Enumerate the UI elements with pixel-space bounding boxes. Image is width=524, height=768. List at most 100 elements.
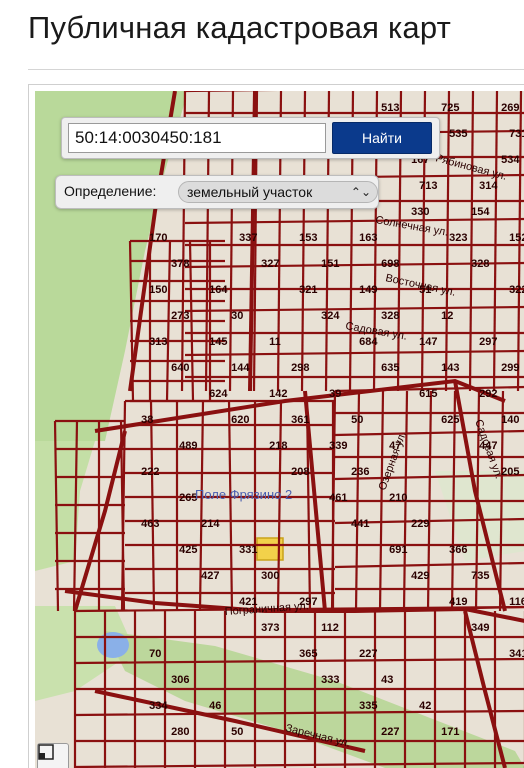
parcel-number: 365 (299, 648, 317, 660)
parcel-number: 731 (509, 128, 524, 140)
parcel-number: 227 (381, 726, 399, 738)
parcel-number: 163 (359, 232, 377, 244)
parcel-number: 112 (321, 622, 339, 634)
parcel-number: 441 (351, 518, 369, 530)
parcel-number: 38 (141, 414, 153, 426)
definition-bar: Определение: земельный участок ⌃⌄ (55, 175, 379, 209)
parcel-number: 366 (449, 544, 467, 556)
parcel-number: 429 (411, 570, 429, 582)
parcel-number: 333 (321, 674, 339, 686)
definition-selected-value: земельный участок (187, 184, 313, 200)
street-label: Пограничная ул. (224, 600, 309, 618)
parcel-number: 39 (329, 388, 341, 400)
parcel-number: 337 (239, 232, 257, 244)
parcel-number: 269 (501, 102, 519, 114)
parcel-number: 327 (261, 258, 279, 270)
parcel-number: 378 (171, 258, 189, 270)
parcel-number: 461 (329, 492, 347, 504)
parcel-number: 171 (441, 726, 459, 738)
parcel-boundary (184, 217, 524, 225)
map-frame: 513 535 534 330 337 323 327 328 321 322 324 313 684 6… (28, 84, 524, 768)
page-title: Публичная кадастровая карт (28, 10, 452, 45)
parcel-number: 640 (171, 362, 189, 374)
parcel-number: 300 (261, 570, 279, 582)
parcel-number: 324 (321, 310, 340, 322)
parcel-number: 11 (269, 336, 281, 348)
parcel-boundary (468, 91, 475, 392)
parcel-number: 147 (419, 336, 437, 348)
parcel-number: 227 (359, 648, 377, 660)
parcel-number: 735 (471, 570, 489, 582)
parcel-number: 725 (441, 102, 459, 114)
layers-icon (38, 744, 54, 760)
parcel-number: 280 (171, 726, 189, 738)
search-bar: Найти (61, 117, 440, 159)
parcel-number: 46 (209, 700, 221, 712)
parcel-boundary (149, 400, 156, 612)
parcel-number: 334 (149, 700, 168, 712)
parcel-number: 236 (351, 466, 369, 478)
parcel-number: 70 (149, 648, 161, 660)
parcel-number: 625 (441, 414, 459, 426)
parcel-number: 273 (171, 310, 189, 322)
definition-label: Определение: (64, 183, 157, 199)
parcel-number: 321 (299, 284, 317, 296)
parcel-number: 50 (231, 726, 243, 738)
cadastral-map[interactable]: 513 535 534 330 337 323 327 328 321 322 324 313 684 6… (35, 91, 524, 768)
parcel-number: 150 (149, 284, 167, 296)
parcel-number: 620 (231, 414, 249, 426)
parcel-number: 335 (359, 700, 377, 712)
parcel-number: 489 (179, 440, 197, 452)
parcel-number: 292 (479, 388, 497, 400)
parcel-number: 349 (471, 622, 489, 634)
parcel-number: 425 (179, 544, 197, 556)
parcel-number: 50 (351, 414, 363, 426)
parcel-number: 43 (381, 674, 393, 686)
parcel-number: 152 (509, 232, 524, 244)
parcel-number: 698 (381, 258, 399, 270)
parcel-number: 427 (201, 570, 219, 582)
parcel-number: 229 (411, 518, 429, 530)
parcel-number: 297 (479, 336, 497, 348)
parcel-number: 328 (471, 258, 489, 270)
parcel-number: 361 (291, 414, 309, 426)
parcel-number: 30 (231, 310, 243, 322)
parcel-number: 210 (389, 492, 407, 504)
parcel-number: 154 (471, 206, 490, 218)
parcel-number: 341 (509, 648, 524, 660)
parcel-number: 419 (449, 596, 467, 608)
parcel-number: 116 (509, 596, 524, 608)
parcel-number: 534 (501, 154, 520, 166)
parcel-number: 713 (419, 180, 437, 192)
parcel-number: 42 (419, 700, 431, 712)
parcel-number: 12 (441, 310, 453, 322)
parcel-number: 463 (141, 518, 159, 530)
parcel-number: 684 (359, 336, 378, 348)
parcel-number: 140 (501, 414, 519, 426)
district-label: Поле Фрязино 2 (195, 487, 292, 502)
parcel-number: 299 (501, 362, 519, 374)
parcel-boundary (227, 400, 234, 612)
parcel-number: 143 (441, 362, 459, 374)
find-button[interactable]: Найти (332, 122, 432, 154)
parcel-number: 635 (381, 362, 399, 374)
parcel-number: 214 (201, 518, 220, 530)
cadastral-number-input[interactable] (68, 123, 326, 153)
parcel-number: 153 (299, 232, 317, 244)
parcel-number: 330 (411, 206, 429, 218)
parcel-number: 222 (141, 466, 159, 478)
layers-button[interactable] (37, 743, 69, 768)
parcel-number: 208 (291, 466, 309, 478)
parcel-number: 373 (261, 622, 279, 634)
definition-select[interactable]: земельный участок ⌃⌄ (178, 181, 378, 203)
parcel-number: 513 (381, 102, 399, 114)
title-divider (28, 69, 524, 70)
parcel-number: 151 (321, 258, 339, 270)
parcel-number: 170 (149, 232, 167, 244)
parcel-number: 615 (419, 388, 437, 400)
parcel-number: 149 (359, 284, 377, 296)
parcel-number: 339 (329, 440, 347, 452)
parcel-number: 624 (209, 388, 228, 400)
parcel-number: 144 (231, 362, 250, 374)
parcel-number: 535 (449, 128, 467, 140)
